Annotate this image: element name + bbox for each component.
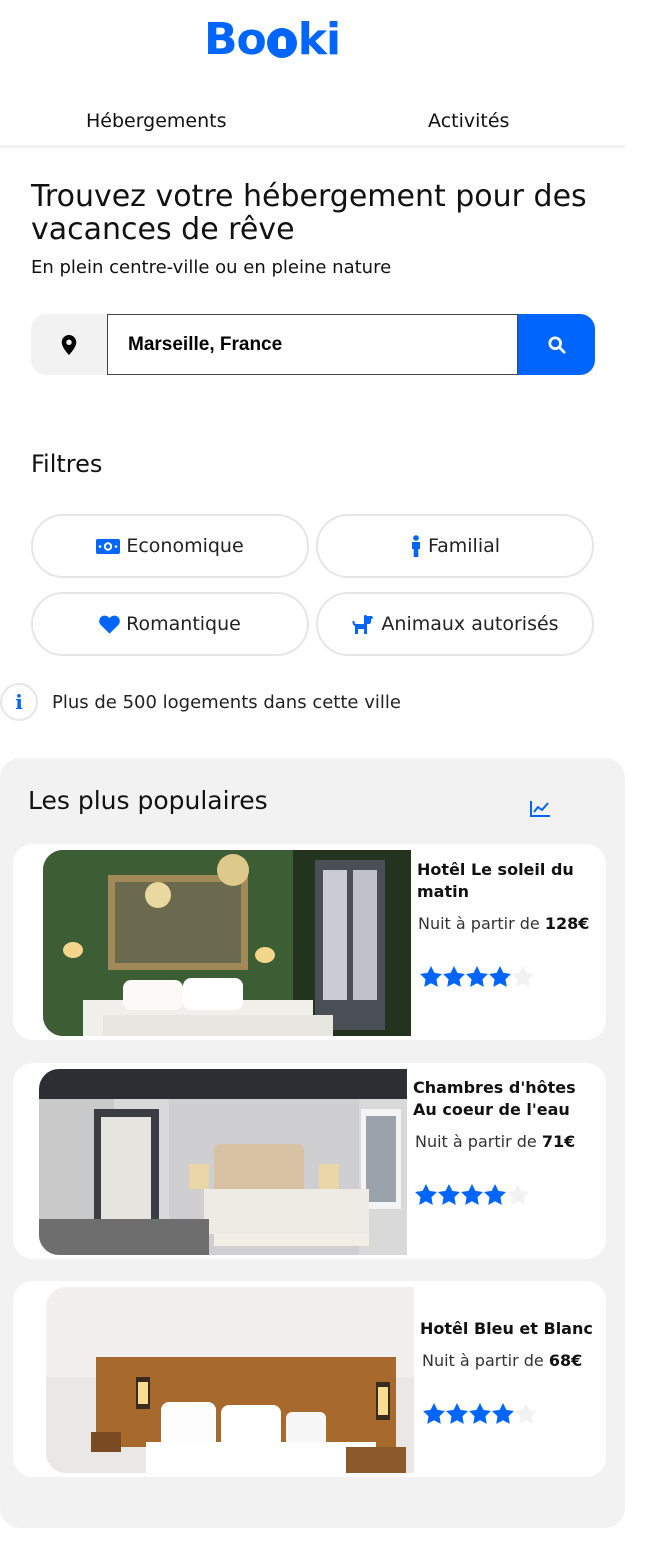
star-icon: [466, 966, 488, 987]
logo-text-end: ki: [297, 13, 341, 65]
trend-chart-icon: [530, 801, 550, 817]
filters-title: Filtres: [31, 450, 103, 478]
hotel-name: Hotêl Le soleil du matin: [417, 860, 574, 901]
info-icon: i: [0, 683, 38, 721]
star-empty-icon: [507, 1184, 529, 1205]
hotel-price: Nuit à partir de 68€: [422, 1351, 582, 1370]
search-input[interactable]: [107, 314, 518, 375]
filter-label: Familial: [427, 535, 501, 557]
hotel-card[interactable]: Hotêl Le soleil du matin Nuit à partir d…: [13, 844, 606, 1040]
nav-item-hebergements[interactable]: Hébergements: [0, 100, 313, 145]
page-subtitle: En plein centre-ville ou en pleine natur…: [31, 257, 392, 278]
star-icon: [469, 1403, 491, 1424]
logo-text-start: Bo: [204, 13, 267, 65]
page-title: Trouvez votre hébergement pour des vacan…: [31, 179, 587, 247]
hotel-card[interactable]: Chambres d'hôtes Au coeur de l'eau Nuit …: [13, 1063, 606, 1259]
star-icon: [420, 966, 442, 987]
filter-economique[interactable]: Economique: [31, 514, 309, 578]
rating-stars: [423, 1403, 537, 1424]
popular-section: Les plus populaires Hotêl Le soleil du m…: [0, 758, 625, 1528]
filter-animaux[interactable]: Animaux autorisés: [316, 592, 594, 656]
heart-icon: [99, 615, 120, 634]
main-nav: Hébergements Activités: [0, 100, 625, 148]
price-value: 68€: [548, 1351, 583, 1370]
star-icon: [415, 1184, 437, 1205]
star-icon: [443, 966, 465, 987]
star-empty-icon: [512, 966, 534, 987]
hotel-photo: [46, 1287, 414, 1473]
rating-stars: [415, 1184, 529, 1205]
search-bar: [31, 314, 595, 375]
star-icon: [423, 1403, 445, 1424]
info-text: Plus de 500 logements dans cette ville: [52, 691, 401, 713]
popular-title: Les plus populaires: [28, 786, 268, 815]
star-icon: [489, 966, 511, 987]
booki-logo[interactable]: Bo ki: [204, 13, 341, 65]
money-icon: [96, 538, 121, 554]
filter-romantique[interactable]: Romantique: [31, 592, 309, 656]
hotel-name: Chambres d'hôtes Au coeur de l'eau: [413, 1078, 576, 1119]
price-value: 71€: [541, 1132, 576, 1151]
hotel-photo: [43, 850, 411, 1036]
filter-familial[interactable]: Familial: [316, 514, 594, 578]
person-icon: [411, 535, 420, 557]
filter-label: Animaux autorisés: [381, 613, 559, 635]
price-value: 128€: [544, 914, 590, 933]
star-empty-icon: [515, 1403, 537, 1424]
hotel-photo: [39, 1069, 407, 1255]
price-prefix: Nuit à partir de: [415, 1132, 537, 1151]
location-pin-icon: [31, 314, 107, 375]
dog-icon: [352, 615, 374, 634]
info-banner: i Plus de 500 logements dans cette ville: [0, 683, 401, 721]
filter-label: Economique: [126, 535, 244, 557]
nav-item-activites[interactable]: Activités: [313, 100, 626, 145]
search-icon: [547, 335, 566, 354]
rating-stars: [420, 966, 534, 987]
star-icon: [484, 1184, 506, 1205]
star-icon: [461, 1184, 483, 1205]
hotel-price: Nuit à partir de 71€: [415, 1132, 575, 1151]
search-button[interactable]: [518, 314, 595, 375]
logo-lock-icon: [266, 28, 297, 58]
filter-label: Romantique: [126, 613, 241, 635]
star-icon: [492, 1403, 514, 1424]
star-icon: [446, 1403, 468, 1424]
price-prefix: Nuit à partir de: [422, 1351, 544, 1370]
hotel-name: Hotêl Bleu et Blanc: [420, 1319, 593, 1338]
hotel-card[interactable]: Hotêl Bleu et Blanc Nuit à partir de 68€: [13, 1281, 606, 1477]
hotel-price: Nuit à partir de 128€: [418, 914, 589, 933]
star-icon: [438, 1184, 460, 1205]
price-prefix: Nuit à partir de: [418, 914, 540, 933]
